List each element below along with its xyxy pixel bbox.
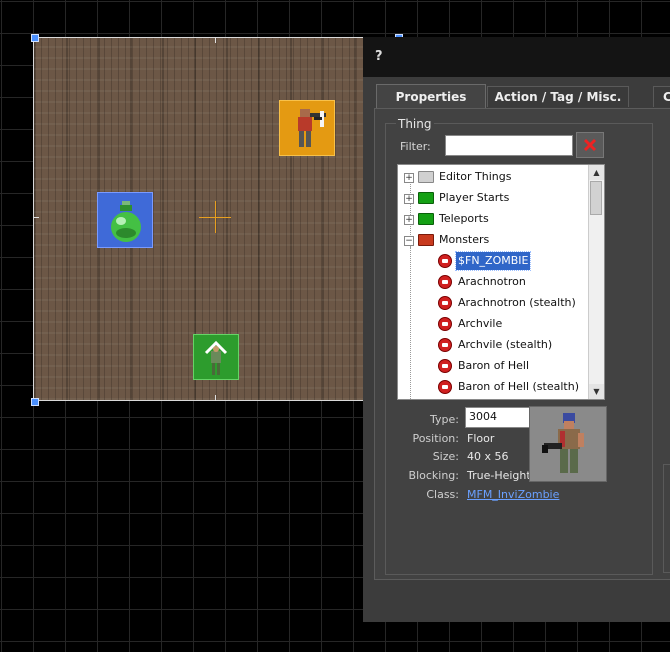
position-label: Position: [412,432,459,445]
tree-item-label: Baron of Hell [458,359,530,372]
scroll-down-arrow-icon[interactable]: ▼ [589,384,604,399]
blocking-label: Blocking: [408,469,459,482]
thing-type-tree[interactable]: + Editor Things + Player Starts + Telepo… [397,164,605,400]
edge-midpoint-top [215,37,216,43]
tree-category-label: Player Starts [439,191,510,204]
clear-filter-button[interactable] [576,132,604,158]
expand-icon[interactable]: + [404,194,414,204]
tab-more[interactable]: C [653,86,670,107]
folder-green-icon [418,192,434,204]
tree-category-label: Teleports [439,212,489,225]
dialog-title: ? [375,49,383,64]
filter-input[interactable] [445,135,573,156]
monster-icon [438,275,452,289]
filter-label: Filter: [400,140,431,153]
tree-item-label: $FN_ZOMBIE [454,251,532,271]
tree-item-monster[interactable]: Baron of Hell (stealth) [398,378,588,396]
tree-item-label: Arachnotron [458,275,526,288]
tree-category-player-starts[interactable]: + Player Starts [398,189,588,207]
tree-scrollbar[interactable]: ▲ ▼ [588,165,604,399]
size-label: Size: [432,450,459,463]
edge-midpoint-left [33,217,39,218]
monster-icon [438,338,452,352]
thing-zombieman[interactable] [279,100,335,156]
potion-bottle-icon [111,201,141,242]
tree-item-monster[interactable]: Arachnotron [398,273,588,291]
monster-icon [438,317,452,331]
position-value: Floor [467,432,495,445]
folder-green-icon [418,213,434,225]
dialog-titlebar[interactable]: ? [363,37,670,77]
monster-icon [438,296,452,310]
tree-item-label: Arachnotron (stealth) [458,296,576,309]
edge-midpoint-bottom [215,395,216,401]
monster-icon [438,380,452,394]
type-label: Type: [430,413,459,426]
monster-icon [438,359,452,373]
folder-open-red-icon [418,234,434,246]
tree-item-monster[interactable]: Baron of Hell [398,357,588,375]
class-link[interactable]: MFM_InviZombie [467,488,559,501]
expand-icon[interactable]: + [404,173,414,183]
size-value: 40 x 56 [467,450,509,463]
tab-properties[interactable]: Properties [376,84,486,108]
class-label: Class: [426,488,459,501]
zombieman-sprite-icon [298,109,326,147]
tab-action-tag-misc[interactable]: Action / Tag / Misc. [487,86,629,107]
red-x-icon [583,138,597,152]
expand-icon[interactable]: + [404,215,414,225]
selection-handle-bottom-left[interactable] [31,398,39,406]
tree-item-monster[interactable]: Archvile [398,315,588,333]
tree-category-teleports[interactable]: + Teleports [398,210,588,228]
tree-category-label: Monsters [439,233,490,246]
right-groupbox [663,464,670,573]
blocking-value: True-Height [467,469,531,482]
selection-handle-top-left[interactable] [31,34,39,42]
thing-player-start[interactable] [193,334,239,380]
tree-category-editor-things[interactable]: + Editor Things [398,168,588,186]
tree-item-monster[interactable]: Arachnotron (stealth) [398,294,588,312]
tree-item-label: Archvile (stealth) [458,338,553,351]
thing-sprite-preview [529,406,607,482]
thing-group-title: Thing [396,117,434,131]
tree-item-label: Baron of Hell (stealth) [458,380,579,393]
thing-health-potion[interactable] [97,192,153,248]
tree-category-label: Editor Things [439,170,512,183]
tree-item-partial [398,399,588,400]
tree-item-monster[interactable]: Archvile (stealth) [398,336,588,354]
collapse-icon[interactable]: − [404,236,414,246]
scroll-thumb[interactable] [590,181,602,215]
tree-category-monsters[interactable]: − Monsters [398,231,588,249]
sector-center-crosshair-v [215,201,216,233]
type-input[interactable]: 3004 [465,407,531,428]
zombie-sprite-icon [542,413,584,473]
player-start-arrow-icon [204,340,228,375]
tree-item-label: Archvile [458,317,503,330]
tree-item-monster[interactable]: $FN_ZOMBIE [398,251,588,271]
monster-icon [438,254,452,268]
scroll-up-arrow-icon[interactable]: ▲ [589,165,604,180]
folder-gray-icon [418,171,434,183]
